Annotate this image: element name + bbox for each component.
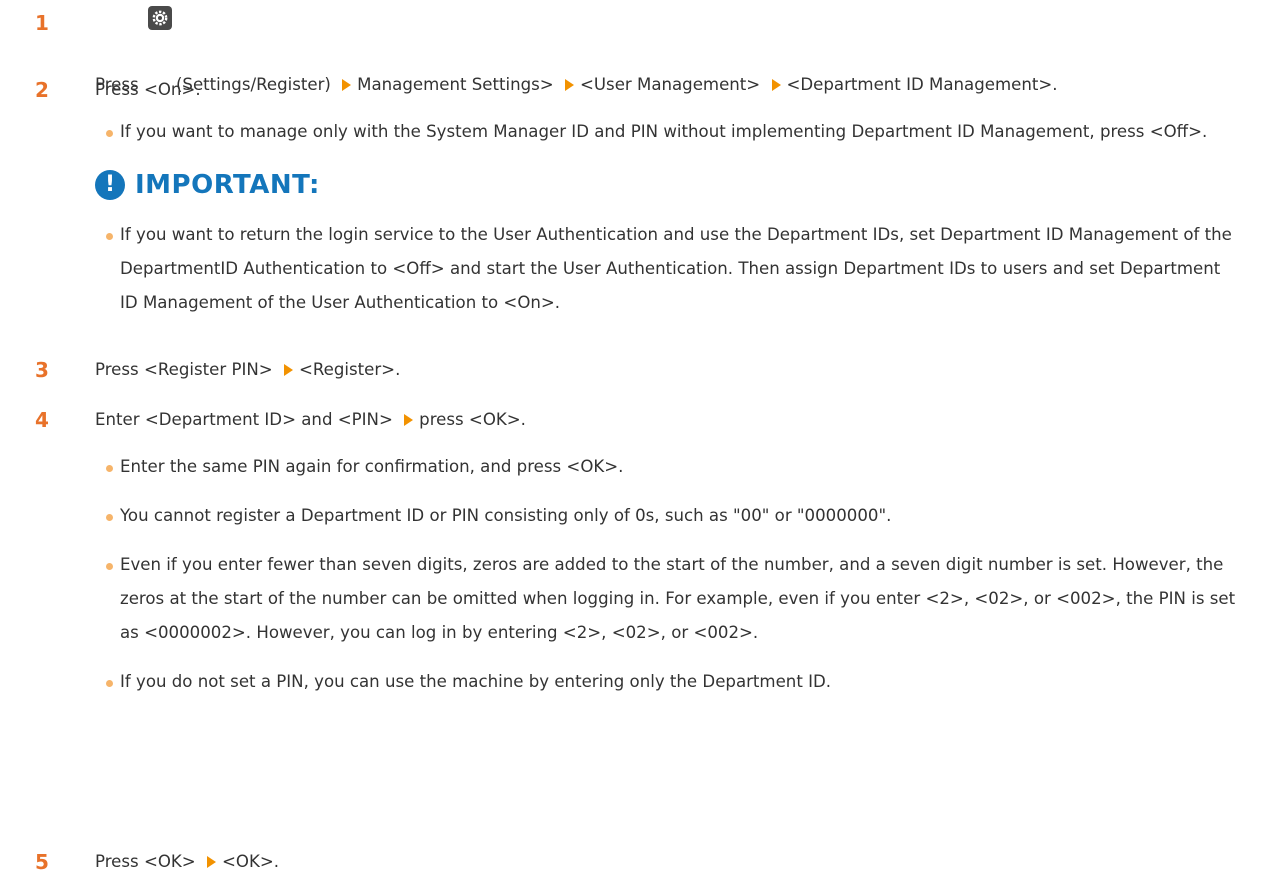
important-bullets: If you want to return the login service … [106,218,1236,320]
step-text: Enter <Department ID> and <PIN> press <O… [95,403,1225,437]
step-text: Press <On>. [95,80,201,99]
step-text-part: Enter <Department ID> and <PIN> [95,410,393,429]
list-item: You cannot register a Department ID or P… [106,499,1236,533]
step-4-bullets: Enter the same PIN again for confirmatio… [106,450,1236,699]
step-text-part: Press <OK> [95,852,196,871]
exclamation-icon: ! [95,170,125,200]
step-text-part: <OK>. [221,852,280,871]
settings-gear-icon [147,6,172,30]
step-text-part: press <OK>. [419,410,526,429]
step-text-part: Press <Register PIN> [95,360,273,379]
important-title: IMPORTANT: [135,170,320,200]
arrow-right-icon [283,364,293,376]
step-text: Press <OK> <OK>. [95,845,1225,879]
arrow-right-icon [404,414,414,426]
list-item: Even if you enter fewer than seven digit… [106,548,1236,650]
list-item: If you want to return the login service … [106,218,1236,320]
list-item: Enter the same PIN again for confirmatio… [106,450,1236,484]
step-number: 1 [35,11,49,35]
step-number: 4 [35,408,49,432]
step-number: 5 [35,850,49,874]
step-text: Press <Register PIN> <Register>. [95,353,1225,387]
step-text-part: <Register>. [298,360,401,379]
list-item: If you do not set a PIN, you can use the… [106,665,1236,699]
arrow-right-icon [206,856,216,868]
important-note-header: ! IMPORTANT: [95,165,320,205]
step-number: 2 [35,78,49,102]
step-2-bullets: If you want to manage only with the Syst… [106,115,1236,149]
list-item: If you want to manage only with the Syst… [106,115,1236,149]
step-number: 3 [35,358,49,382]
